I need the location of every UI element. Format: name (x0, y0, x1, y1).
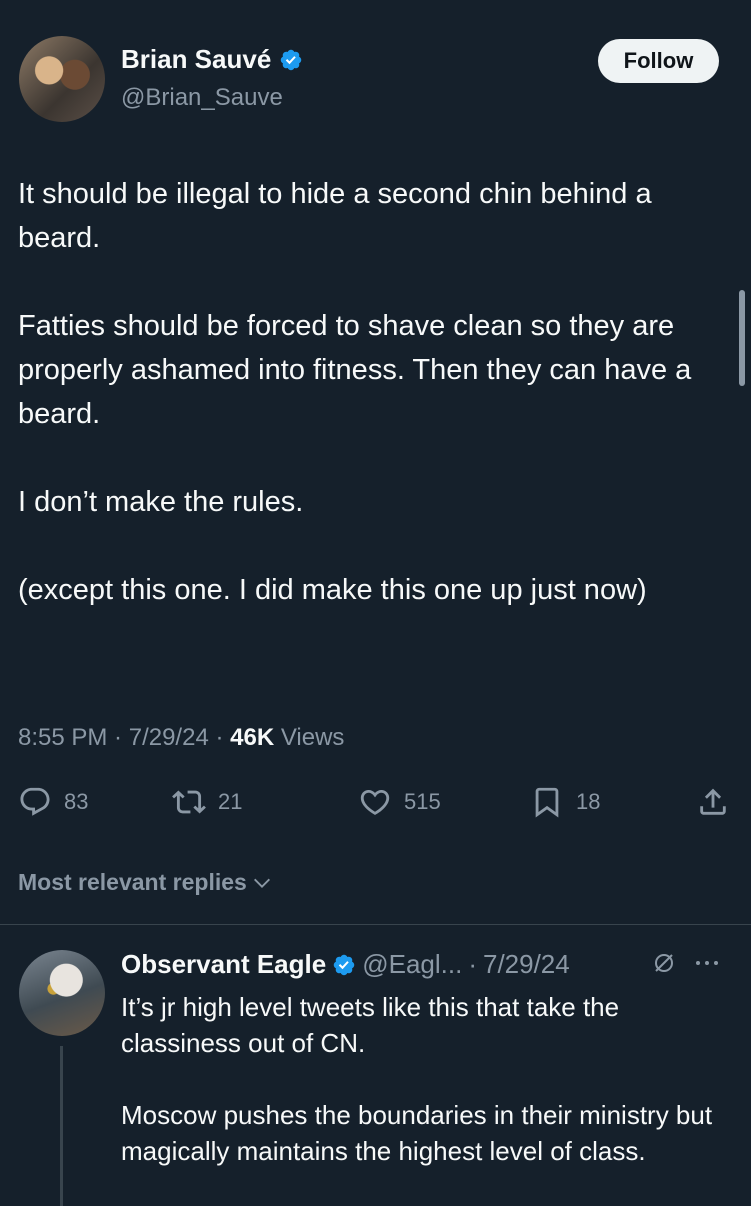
bookmark-button[interactable]: 18 (530, 785, 600, 819)
reply-header-icons (652, 951, 720, 975)
tweet-paragraph: I don’t make the rules. (18, 486, 304, 518)
tweet-date[interactable]: 7/29/24 (129, 724, 209, 751)
bookmark-icon (535, 787, 559, 818)
action-bar: 83 21 515 18 (18, 785, 736, 825)
divider (0, 924, 751, 925)
reply-icon (20, 787, 50, 816)
replies-sort-label: Most relevant replies (18, 869, 247, 895)
tweet-time[interactable]: 8:55 PM (18, 724, 107, 751)
reply-paragraph: It’s jr high level tweets like this that… (121, 992, 620, 1058)
reply-date[interactable]: 7/29/24 (483, 949, 570, 980)
reply-author-avatar[interactable] (19, 950, 105, 1036)
heart-icon (360, 789, 390, 815)
repost-count: 21 (218, 789, 243, 814)
author-name[interactable]: Brian Sauvé (121, 44, 271, 75)
repost-button[interactable]: 21 (172, 785, 242, 819)
chevron-down-icon (253, 878, 270, 888)
author-name-row: Brian Sauvé (121, 44, 303, 75)
reply-button[interactable]: 83 (18, 785, 88, 819)
scrollbar[interactable] (739, 290, 745, 386)
separator: · (107, 724, 129, 751)
verified-badge-icon (281, 49, 302, 70)
reply-author-name[interactable]: Observant Eagle (121, 949, 326, 980)
reply-count: 83 (64, 789, 89, 814)
like-count: 515 (404, 789, 441, 814)
tweet-paragraph: (except this one. I did make this one up… (18, 574, 647, 606)
author-handle[interactable]: @Brian_Sauve (121, 84, 283, 112)
reply-text: It’s jr high level tweets like this that… (121, 989, 721, 1205)
bookmark-count: 18 (576, 789, 601, 814)
repost-icon (172, 790, 206, 814)
grok-icon[interactable] (652, 951, 676, 975)
share-button[interactable] (696, 785, 730, 819)
like-button[interactable]: 515 (358, 785, 441, 819)
reply-paragraph: Moscow pushes the boundaries in their mi… (121, 1100, 713, 1166)
tweet-paragraph: Fatties should be forced to shave clean … (18, 310, 692, 430)
verified-badge-icon (333, 954, 355, 975)
share-icon (700, 788, 726, 815)
tweet-paragraph: It should be illegal to hide a second ch… (18, 178, 652, 254)
separator: · (468, 949, 477, 979)
views-label: Views (280, 724, 345, 751)
tweet-meta: 8:55 PM · 7/29/24 · 46K Views (18, 724, 344, 752)
tweet-text: It should be illegal to hide a second ch… (18, 172, 733, 656)
reply-header: Observant Eagle @Eagl... · 7/29/24 (121, 949, 570, 980)
author-avatar[interactable] (19, 36, 105, 122)
views-count: 46K (230, 724, 275, 751)
thread-line (60, 1046, 63, 1206)
reply-author-handle[interactable]: @Eagl... (362, 949, 462, 980)
separator: · (208, 724, 231, 751)
follow-button[interactable]: Follow (598, 39, 719, 83)
more-options-icon[interactable] (694, 951, 720, 975)
replies-sort-dropdown[interactable]: Most relevant replies (18, 869, 273, 896)
